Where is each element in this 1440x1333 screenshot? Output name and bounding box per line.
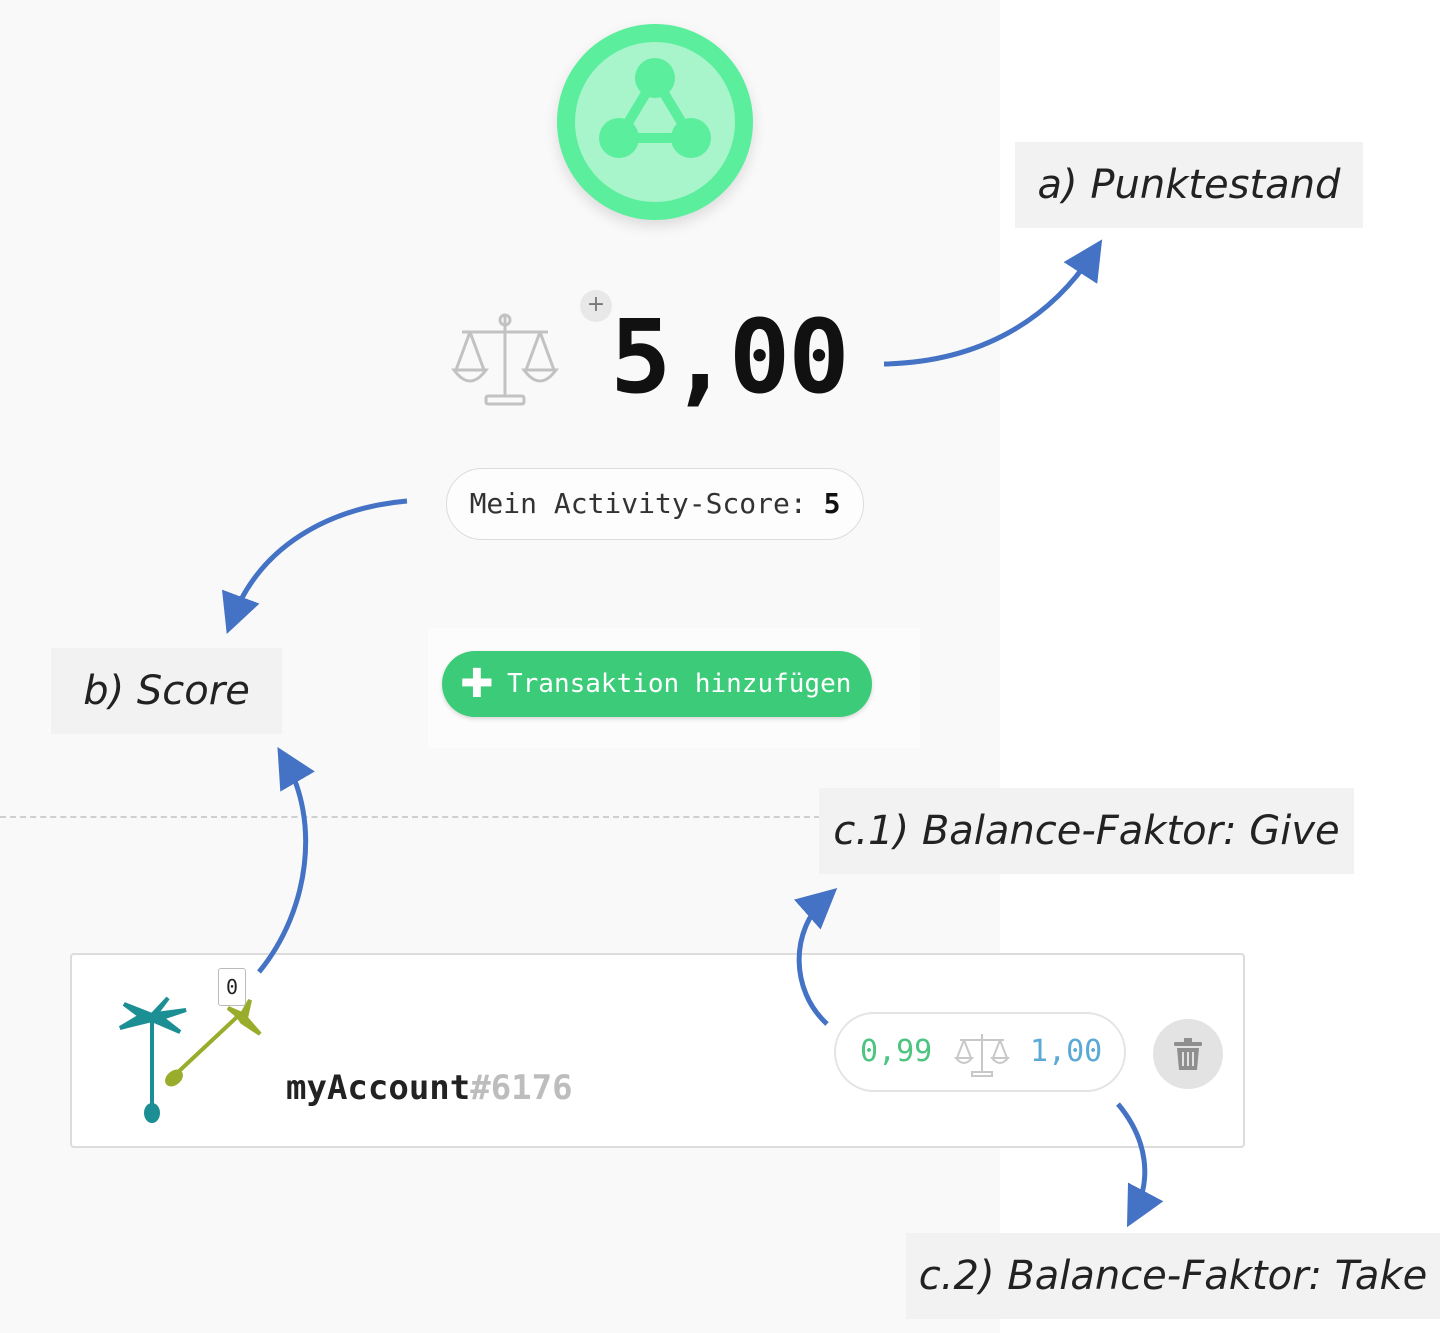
arrow-to-take xyxy=(1116,1102,1164,1228)
arrow-to-punktestand xyxy=(883,239,1103,367)
arrow-to-score-from-badge xyxy=(257,747,315,974)
annotation-arrows xyxy=(222,239,1164,1228)
arrow-to-score-from-activity xyxy=(222,498,408,635)
arrow-to-give xyxy=(794,888,838,1026)
